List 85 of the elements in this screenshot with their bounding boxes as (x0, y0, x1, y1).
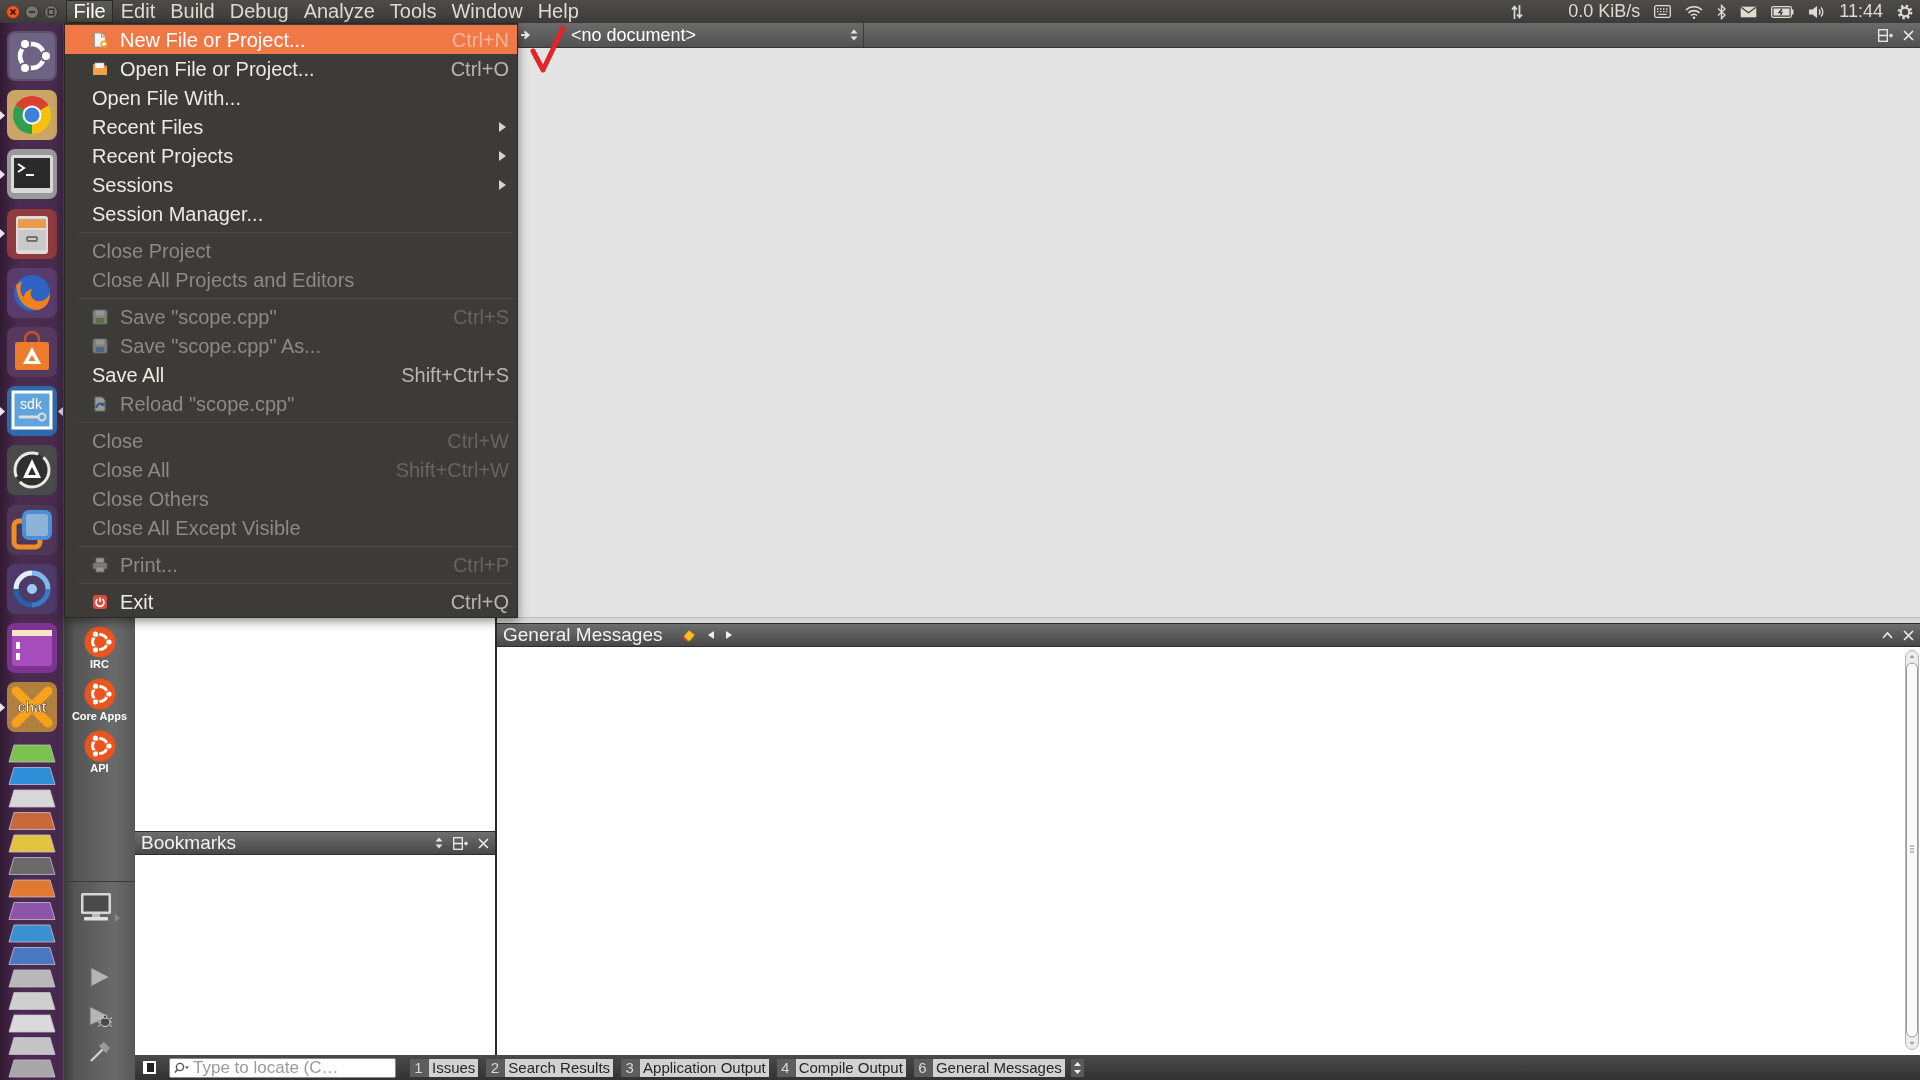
battery-icon[interactable] (1771, 5, 1795, 18)
output-pane-button[interactable]: 6 General Messages (913, 1058, 1065, 1077)
minimize-icon[interactable] (25, 4, 39, 19)
color-wheel-icon[interactable] (6, 89, 58, 142)
submenu-arrow-icon (499, 179, 506, 190)
ring-logo-icon (83, 730, 116, 762)
speaker-icon[interactable] (1808, 4, 1826, 19)
menu-item: Close Project (91, 238, 212, 264)
updown-arrows-icon[interactable] (435, 837, 443, 849)
menu-item[interactable]: Open File or Project... Ctrl+O (65, 54, 517, 83)
caret-up-icon[interactable] (1882, 631, 1893, 639)
pane-title: General Messages (502, 624, 663, 646)
bluetooth-icon[interactable] (1717, 3, 1727, 20)
eraser-icon[interactable] (681, 628, 698, 642)
sync-arrows-icon[interactable] (1511, 3, 1524, 20)
monitor-icon[interactable] (79, 892, 112, 922)
menu-item[interactable]: Session Manager... (65, 199, 517, 228)
gear-icon[interactable] (1897, 3, 1913, 20)
ring-logo-icon (83, 626, 116, 658)
split-icon[interactable] (453, 836, 468, 850)
menu-item: Close All Projects and Editors (91, 267, 356, 293)
submenu-arrow-icon (499, 121, 506, 132)
menu-item[interactable]: Exit Ctrl+Q (65, 587, 517, 616)
arrow-left-icon[interactable] (707, 630, 716, 640)
menu-item: Close Others (91, 486, 210, 512)
menubar-item[interactable]: Build (162, 0, 223, 23)
output-pane-button[interactable]: 4 Compile Output (776, 1058, 906, 1077)
keyboard-icon[interactable] (1654, 5, 1672, 18)
ring-logo-icon[interactable] (6, 30, 58, 82)
locator-field[interactable]: Type to locate (C… (169, 1057, 396, 1078)
output-pane-button[interactable]: 3 Application Output (621, 1058, 769, 1077)
maximize-icon[interactable] (44, 4, 58, 19)
clock[interactable]: 11:44 (1839, 0, 1883, 23)
checkmark-icon (530, 24, 566, 74)
menubar-item[interactable]: Analyze (296, 0, 383, 23)
updown-arrows-icon[interactable] (1070, 1058, 1084, 1077)
submenu-arrow-icon (499, 150, 506, 161)
menu-item: Reload "scope.cpp" (65, 389, 517, 418)
terminal-prompt-icon[interactable] (6, 148, 58, 201)
menu-item: Save "scope.cpp" As... (65, 331, 517, 360)
mode-button[interactable]: Core Apps (71, 678, 128, 722)
close-icon[interactable] (6, 4, 20, 19)
globe-swoosh-icon[interactable] (6, 266, 58, 319)
segmented-ring-icon[interactable] (6, 562, 58, 615)
menubar-item[interactable]: Help (530, 0, 587, 23)
output-pane-button[interactable]: 1 Issues (410, 1058, 479, 1077)
network-speed[interactable]: 0.0 KiB/s (1568, 0, 1641, 23)
power-icon (92, 593, 108, 610)
menu-item[interactable]: Open File With... (65, 83, 517, 112)
play-icon[interactable] (88, 966, 111, 988)
mode-button[interactable]: IRC (83, 626, 116, 670)
document-dropdown[interactable]: <no document> (567, 23, 864, 47)
shopping-bag-icon[interactable] (6, 325, 58, 378)
menubar-item[interactable]: File (66, 0, 114, 23)
wifi-icon[interactable] (1685, 4, 1704, 19)
ring-logo-icon (83, 678, 116, 710)
menubar-item[interactable]: Debug (222, 0, 297, 23)
menu-item[interactable]: Sessions (65, 170, 517, 199)
menubar-item[interactable]: Tools (382, 0, 444, 23)
arrow-right-icon[interactable] (725, 630, 734, 640)
output-pane-button[interactable]: 2 Search Results (486, 1058, 614, 1077)
menu-item[interactable]: Recent Files (65, 112, 517, 141)
menubar-item[interactable]: Edit (113, 0, 163, 23)
arrow-right-icon[interactable] (520, 30, 530, 40)
envelope-icon[interactable] (1740, 5, 1758, 18)
search-icon (174, 1061, 190, 1074)
printer-icon (92, 556, 108, 573)
pane-title: Bookmarks (140, 832, 237, 854)
sidebar-toggle-icon[interactable] (143, 1061, 156, 1074)
play-bug-icon[interactable] (87, 1005, 112, 1028)
new-file-icon (92, 31, 108, 48)
mode-button[interactable]: API (83, 730, 116, 774)
updown-arrows-icon (850, 29, 858, 41)
vertical-scrollbar[interactable] (1905, 650, 1919, 1050)
caret-right-icon (114, 914, 120, 922)
folder-icon (92, 60, 108, 77)
menu-item: Close All Except Visible (91, 515, 302, 541)
window-tile-icon[interactable] (6, 621, 58, 674)
overlapping-squares-icon[interactable] (6, 503, 58, 556)
page-arrow-icon (92, 395, 108, 412)
file-cabinet-icon[interactable] (6, 207, 58, 260)
split-icon[interactable] (1878, 28, 1893, 42)
menu-item[interactable]: Save All Shift+Ctrl+S (65, 360, 517, 389)
menubar-item[interactable]: Window (444, 0, 531, 23)
menu-item[interactable]: Recent Projects (65, 141, 517, 170)
